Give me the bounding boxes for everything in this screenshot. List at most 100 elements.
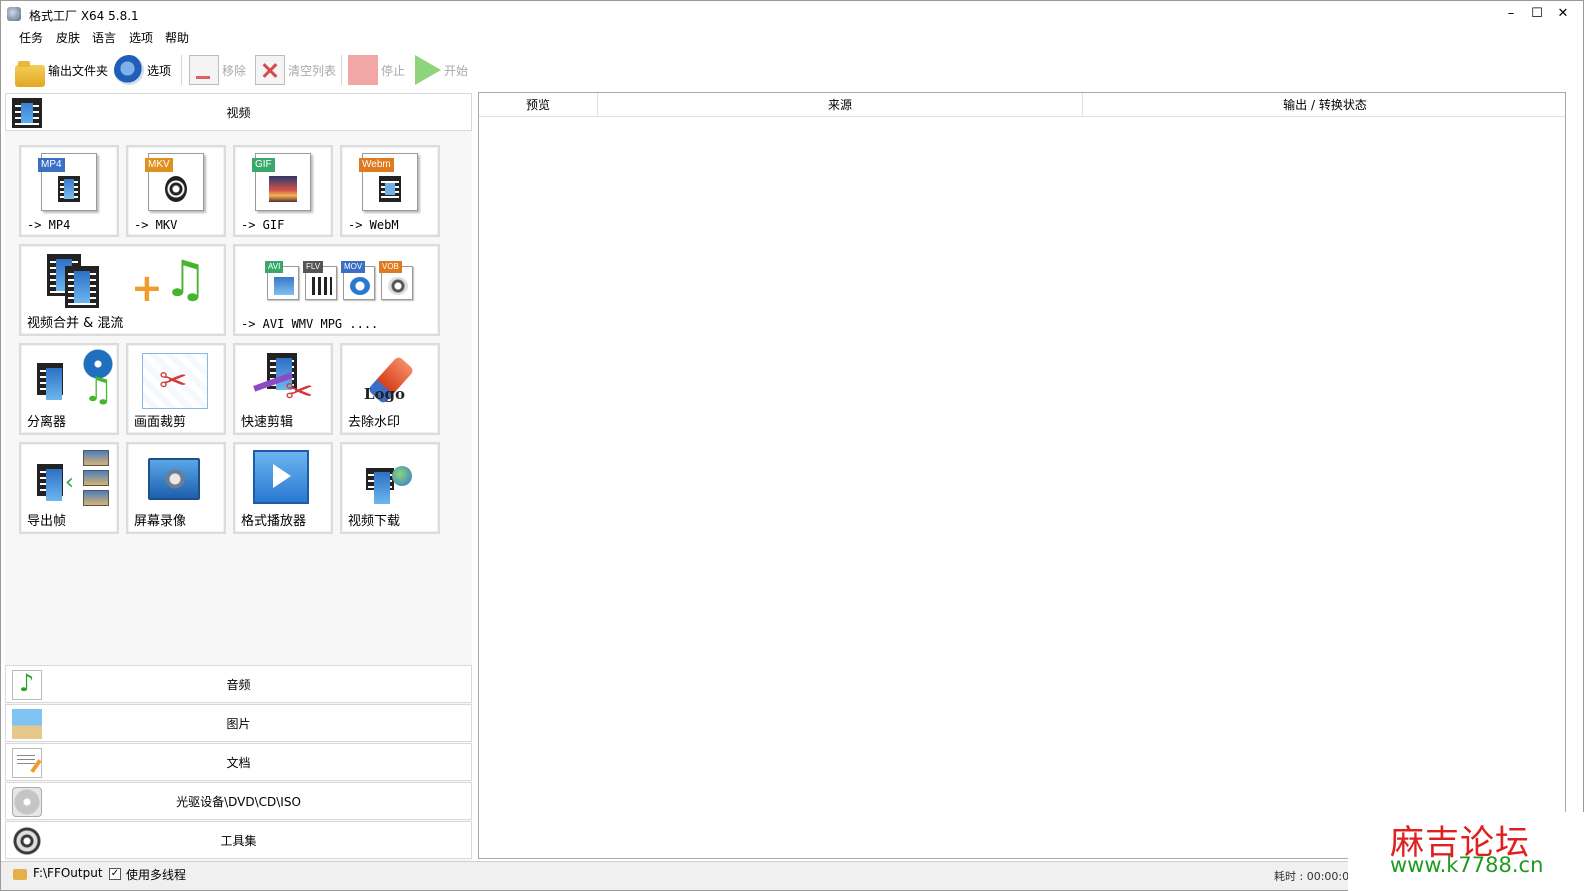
category-video[interactable]: 视频 [5, 93, 472, 131]
tool-export-frames-label: 导出帧 [27, 514, 67, 529]
film-icon [12, 98, 42, 128]
film-reel-icon [165, 176, 187, 202]
multithread-label: 使用多线程 [126, 868, 187, 882]
clear-list-button[interactable]: 清空列表 [255, 54, 336, 86]
tool-player[interactable]: 格式播放器 [233, 442, 333, 534]
tool-export-frames[interactable]: ‹ 导出帧 [19, 442, 119, 534]
menu-skin[interactable]: 皮肤 [56, 29, 80, 46]
film-reel-icon [388, 277, 408, 295]
webm-tag: Webm [359, 158, 394, 172]
minimize-button[interactable]: – [1499, 5, 1523, 23]
menu-help[interactable]: 帮助 [165, 29, 189, 46]
category-audio-label: 音频 [226, 677, 251, 692]
quicktime-icon [350, 277, 370, 295]
tool-screen-record-label: 屏幕录像 [134, 514, 187, 529]
category-document-label: 文档 [226, 755, 251, 770]
mov-file-icon: MOV [341, 261, 375, 300]
tool-mkv[interactable]: MKV -> MKV [126, 145, 226, 237]
category-tools-label: 工具集 [220, 833, 257, 848]
tool-webm-label: -> WebM [348, 218, 399, 232]
tool-merge[interactable]: + ♫ 视频合并 & 混流 [19, 244, 226, 336]
toolbar-separator [341, 55, 342, 85]
film-reel-icon [12, 826, 42, 856]
tool-remove-watermark[interactable]: Logo 去除水印 [340, 343, 440, 435]
tool-gif[interactable]: GIF -> GIF [233, 145, 333, 237]
stop-label: 停止 [381, 63, 406, 78]
category-audio[interactable]: 音频 [5, 665, 472, 703]
film-icon [58, 176, 80, 202]
film-icon [37, 464, 63, 501]
image-icon [12, 709, 42, 739]
tool-webm[interactable]: Webm -> WebM [340, 145, 440, 237]
formats-icon: AVI FLV MOV VOB [261, 260, 421, 304]
start-button[interactable]: 开始 [415, 54, 468, 86]
mkv-tag: MKV [145, 158, 173, 172]
app-logo-icon [7, 7, 21, 21]
multithread-checkbox[interactable]: ✓ [109, 868, 121, 880]
logo-text: Logo [364, 385, 406, 403]
tool-download-label: 视频下载 [348, 514, 401, 529]
globe-icon [392, 466, 412, 486]
options-button[interactable]: 选项 [114, 54, 171, 86]
tool-crop[interactable]: ✂ 画面裁剪 [126, 343, 226, 435]
menu-options[interactable]: 选项 [129, 29, 153, 46]
category-document[interactable]: 文档 [5, 743, 472, 781]
file-list[interactable]: 预览 来源 输出 / 转换状态 [478, 92, 1566, 859]
column-output-status[interactable]: 输出 / 转换状态 [1083, 93, 1567, 117]
webm-file-icon: Webm [359, 153, 418, 211]
file-list-header: 预览 来源 输出 / 转换状态 [479, 93, 1565, 117]
remove-button[interactable]: 移除 [189, 54, 246, 86]
plus-icon: + [131, 266, 163, 310]
merge-icon: + ♫ [47, 254, 208, 314]
category-video-label: 视频 [226, 105, 251, 120]
screen-record-icon [148, 458, 200, 500]
tool-demuxer[interactable]: ♫ 分离器 [19, 343, 119, 435]
frame-thumbnail [83, 450, 109, 466]
category-tools[interactable]: 工具集 [5, 821, 472, 859]
mkv-file-icon: MKV [145, 153, 204, 211]
stop-button[interactable]: 停止 [348, 54, 405, 86]
film-icon [65, 266, 99, 308]
clapperboard-icon [312, 277, 332, 295]
tool-quick-clip[interactable]: ✂ 快速剪辑 [233, 343, 333, 435]
category-image[interactable]: 图片 [5, 704, 472, 742]
output-folder-label: 输出文件夹 [48, 63, 109, 78]
close-button[interactable]: ✕ [1551, 5, 1575, 23]
mp4-tag: MP4 [38, 158, 65, 172]
scissors-icon: ✂ [159, 361, 188, 401]
remove-label: 移除 [222, 63, 247, 78]
tool-crop-label: 画面裁剪 [134, 415, 187, 430]
app-window: 格式工厂 X64 5.8.1 – ☐ ✕ 任务 皮肤 语言 选项 帮助 输出文件… [0, 0, 1584, 891]
tool-screen-record[interactable]: 屏幕录像 [126, 442, 226, 534]
music-note-icon: ♫ [163, 250, 208, 308]
tool-other-formats[interactable]: AVI FLV MOV VOB -> AVI WMV MPG .... [233, 244, 440, 336]
column-source[interactable]: 来源 [598, 93, 1083, 117]
avi-file-icon: AVI [265, 261, 299, 300]
film-icon [366, 468, 394, 504]
column-preview[interactable]: 预览 [479, 93, 598, 117]
output-folder-button[interactable]: 输出文件夹 [15, 54, 109, 87]
menu-bar: 任务 皮肤 语言 选项 帮助 [1, 28, 1583, 48]
music-icon [12, 669, 42, 700]
arrow-left-icon: ‹ [65, 470, 74, 495]
menu-language[interactable]: 语言 [92, 29, 116, 46]
title-bar: 格式工厂 X64 5.8.1 – ☐ ✕ [1, 1, 1583, 27]
tool-mp4[interactable]: MP4 -> MP4 [19, 145, 119, 237]
output-path[interactable]: F:\FFOutput [33, 866, 103, 880]
maximize-button[interactable]: ☐ [1525, 5, 1549, 23]
eraser-icon: Logo [360, 351, 430, 409]
category-disc[interactable]: 光驱设备\DVD\CD\ISO [5, 782, 472, 820]
gif-file-icon: GIF [252, 153, 311, 211]
category-image-label: 图片 [226, 716, 251, 731]
folder-icon [13, 869, 27, 880]
options-icon [114, 55, 144, 85]
menu-task[interactable]: 任务 [19, 29, 43, 46]
music-note-icon: ♫ [83, 370, 114, 410]
crop-icon: ✂ [142, 353, 208, 409]
tool-download[interactable]: 视频下载 [340, 442, 440, 534]
window-title: 格式工厂 X64 5.8.1 [29, 9, 139, 23]
video-icon [274, 277, 294, 295]
options-label: 选项 [147, 63, 172, 78]
frame-thumbnail [83, 490, 109, 506]
tool-mkv-label: -> MKV [134, 218, 178, 232]
